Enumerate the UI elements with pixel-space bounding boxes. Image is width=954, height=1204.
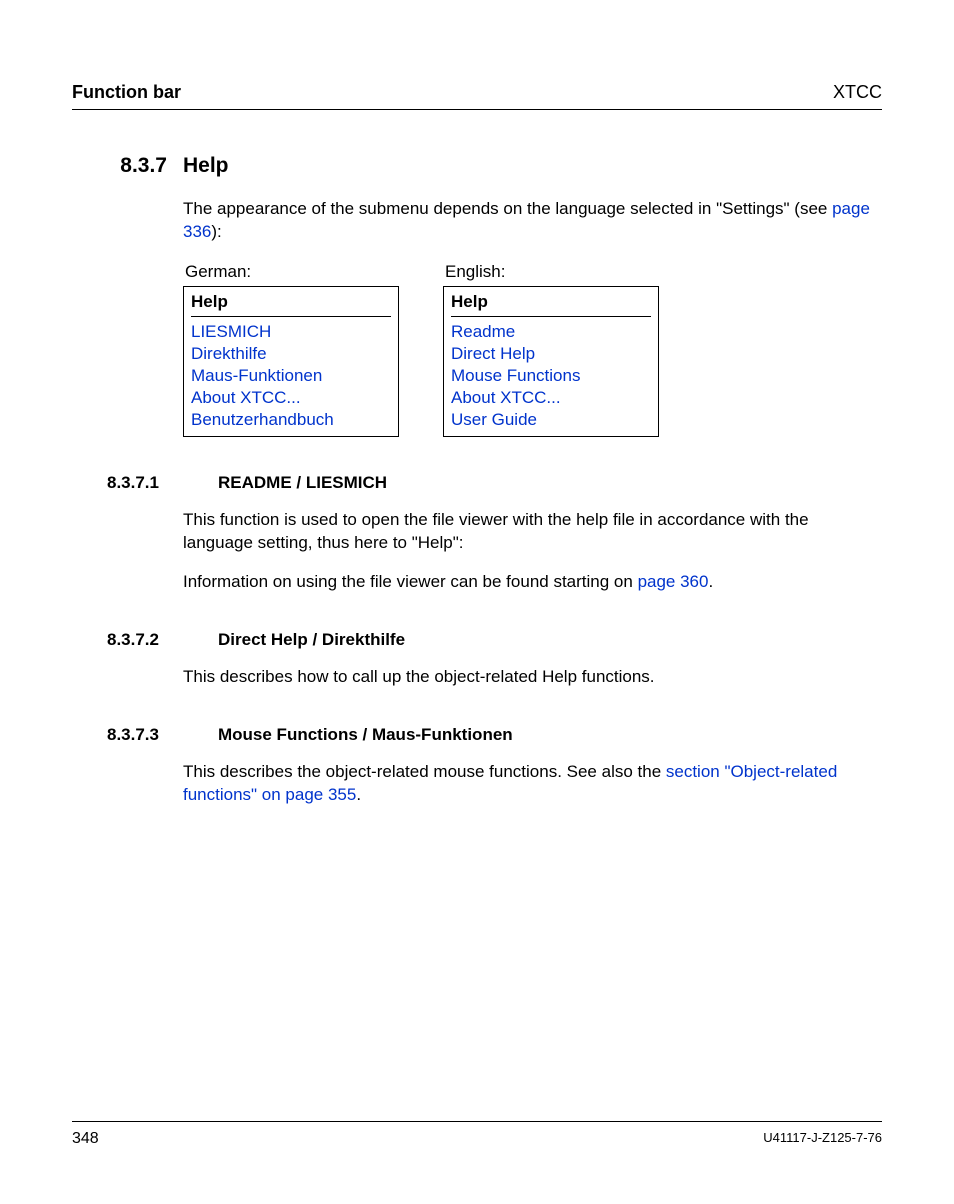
subsection-heading: 8.3.7.2 Direct Help / Direkthilfe [72, 630, 882, 650]
english-label: English: [445, 262, 663, 282]
english-column: English: Help Readme Direct Help Mouse F… [443, 262, 663, 437]
subsection-title: Mouse Functions / Maus-Funktionen [218, 725, 513, 745]
page-number: 348 [72, 1130, 99, 1148]
section-number: 8.3.7 [72, 154, 167, 178]
menu-item-direct-help[interactable]: Direct Help [451, 343, 651, 365]
paragraph-text: This describes how to call up the object… [183, 667, 655, 686]
paragraph-text: This function is used to open the file v… [183, 510, 809, 552]
subsection-paragraph: This function is used to open the file v… [183, 509, 882, 555]
menu-item-direkthilfe[interactable]: Direkthilfe [191, 343, 391, 365]
menu-item-readme[interactable]: Readme [451, 321, 651, 343]
subsection-number: 8.3.7.3 [107, 725, 202, 745]
menu-item-user-guide[interactable]: User Guide [451, 409, 651, 431]
menu-item-benutzerhandbuch[interactable]: Benutzerhandbuch [191, 409, 391, 431]
paragraph-text: . [708, 572, 713, 591]
menu-item-about-xtcc-de[interactable]: About XTCC... [191, 387, 391, 409]
header-product: XTCC [833, 82, 882, 103]
menu-item-mouse-functions[interactable]: Mouse Functions [451, 365, 651, 387]
german-menu-title: Help [191, 290, 391, 317]
german-help-menu: Help LIESMICH Direkthilfe Maus-Funktione… [183, 286, 399, 437]
subsection-paragraph: This describes the object-related mouse … [183, 761, 882, 807]
menu-item-about-xtcc-en[interactable]: About XTCC... [451, 387, 651, 409]
subsection-heading: 8.3.7.1 README / LIESMICH [72, 473, 882, 493]
page-header: Function bar XTCC [72, 82, 882, 110]
intro-text-1: The appearance of the submenu depends on… [183, 199, 832, 218]
cross-reference-link[interactable]: page 360 [638, 572, 709, 591]
header-section-title: Function bar [72, 82, 181, 103]
paragraph-text: . [356, 785, 361, 804]
subsection-number: 8.3.7.1 [107, 473, 202, 493]
german-column: German: Help LIESMICH Direkthilfe Maus-F… [183, 262, 403, 437]
english-menu-items: Readme Direct Help Mouse Functions About… [451, 317, 651, 431]
paragraph-text: This describes the object-related mouse … [183, 762, 666, 781]
document-id: U41117-J-Z125-7-76 [763, 1130, 882, 1148]
section-heading: 8.3.7 Help [72, 154, 882, 178]
german-menu-items: LIESMICH Direkthilfe Maus-Funktionen Abo… [191, 317, 391, 431]
subsection-paragraph: Information on using the file viewer can… [183, 571, 882, 594]
section-intro: The appearance of the submenu depends on… [183, 198, 882, 244]
english-help-menu: Help Readme Direct Help Mouse Functions … [443, 286, 659, 437]
intro-text-2: ): [211, 222, 221, 241]
section-title: Help [183, 154, 229, 178]
subsection-title: README / LIESMICH [218, 473, 387, 493]
subsection-paragraph: This describes how to call up the object… [183, 666, 882, 689]
menu-examples: German: Help LIESMICH Direkthilfe Maus-F… [183, 262, 882, 437]
english-menu-title: Help [451, 290, 651, 317]
subsection-number: 8.3.7.2 [107, 630, 202, 650]
paragraph-text: Information on using the file viewer can… [183, 572, 638, 591]
menu-item-liesmich[interactable]: LIESMICH [191, 321, 391, 343]
page-footer: 348 U41117-J-Z125-7-76 [72, 1121, 882, 1148]
subsection-heading: 8.3.7.3 Mouse Functions / Maus-Funktionen [72, 725, 882, 745]
german-label: German: [185, 262, 403, 282]
subsection-title: Direct Help / Direkthilfe [218, 630, 405, 650]
page-body: 8.3.7 Help The appearance of the submenu… [72, 110, 882, 1121]
menu-item-maus-funktionen[interactable]: Maus-Funktionen [191, 365, 391, 387]
